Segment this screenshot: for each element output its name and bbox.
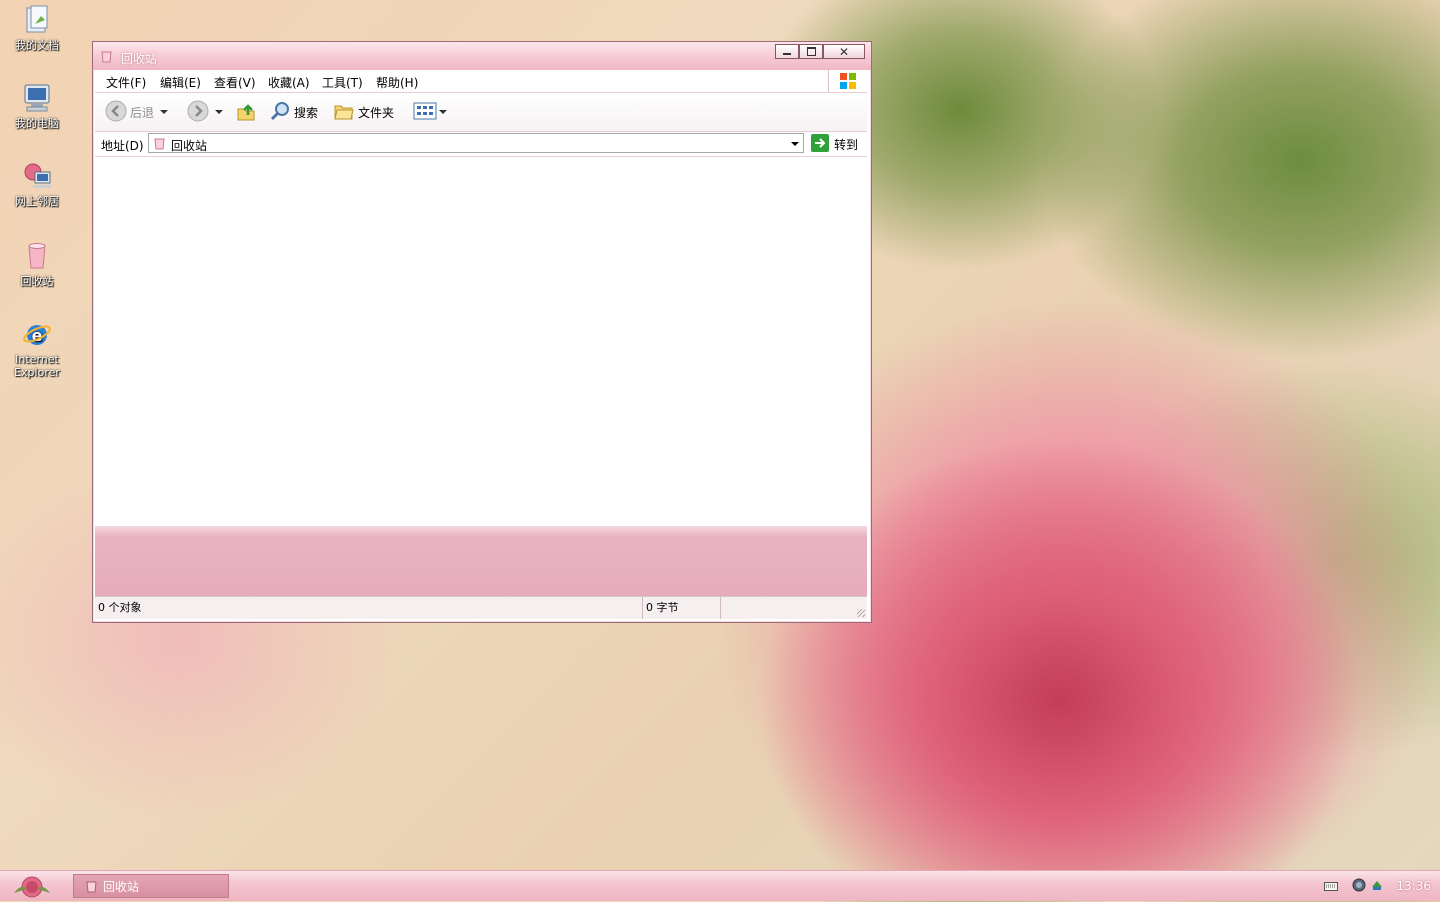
folders-button[interactable]: 文件夹 <box>333 100 394 124</box>
minimize-button[interactable] <box>775 44 799 59</box>
menu-help[interactable]: 帮助(H) <box>376 74 418 91</box>
folders-button-label: 文件夹 <box>358 105 395 120</box>
rose-start-icon <box>14 876 50 898</box>
go-arrow-icon <box>811 134 829 155</box>
close-button[interactable]: ✕ <box>823 44 865 59</box>
clock: 13:36 <box>1396 879 1431 893</box>
desktop-icon-label: Internet Explorer <box>14 353 60 379</box>
desktop-icon-my-documents[interactable]: 我的文档 <box>6 4 68 52</box>
system-tray: 13:36 <box>1310 871 1440 901</box>
desktop-icon-label: 回收站 <box>20 275 54 288</box>
back-arrow-icon <box>105 100 127 125</box>
standard-toolbar: 后退 搜索 文件夹 <box>95 93 867 132</box>
minimize-icon <box>783 53 791 55</box>
views-dropdown-icon[interactable] <box>439 110 447 114</box>
menu-edit[interactable]: 编辑(E) <box>160 74 201 91</box>
taskbar: 回收站 13:36 <box>0 870 1440 901</box>
menu-bar: 文件(F) 编辑(E) 查看(V) 收藏(A) 工具(T) 帮助(H) <box>95 70 867 93</box>
window-titlebar[interactable]: 回收站 ✕ <box>93 42 871 70</box>
address-bar: 地址(D) 回收站 转到 <box>95 132 867 157</box>
address-recycle-bin-icon <box>154 137 165 153</box>
network-places-icon <box>21 160 53 192</box>
desktop-icon-label: 我的电脑 <box>15 117 59 130</box>
my-computer-icon <box>21 82 53 114</box>
maximize-button[interactable] <box>799 44 823 59</box>
menu-view[interactable]: 查看(V) <box>214 74 256 91</box>
taskbar-item-recycle-bin[interactable]: 回收站 <box>73 874 229 898</box>
folders-icon <box>333 100 355 125</box>
status-bar: 0 个对象 0 字节 <box>95 596 867 619</box>
file-list-area[interactable] <box>95 157 867 526</box>
recycle-bin-icon <box>21 240 53 272</box>
forward-dropdown-icon[interactable] <box>215 110 223 114</box>
status-zone <box>721 597 867 619</box>
my-documents-icon <box>21 4 53 36</box>
up-folder-button[interactable] <box>235 100 257 124</box>
status-size: 0 字节 <box>643 597 721 619</box>
window-title: 回收站 <box>121 52 158 66</box>
address-value: 回收站 <box>171 139 208 153</box>
address-dropdown-icon[interactable] <box>791 142 799 146</box>
search-button[interactable]: 搜索 <box>269 100 318 124</box>
back-button-label: 后退 <box>130 105 155 120</box>
keyboard-icon[interactable] <box>1324 880 1338 895</box>
search-button-label: 搜索 <box>294 105 319 120</box>
taskbar-recycle-bin-icon <box>86 880 97 893</box>
menu-favorites[interactable]: 收藏(A) <box>268 74 310 91</box>
up-folder-icon <box>235 100 257 125</box>
back-button[interactable]: 后退 <box>105 100 169 125</box>
status-object-count: 0 个对象 <box>95 597 643 619</box>
desktop-icon-label: 网上邻居 <box>15 195 59 208</box>
windows-logo-icon <box>828 70 867 92</box>
address-input[interactable]: 回收站 <box>148 133 804 153</box>
desktop-icon-recycle-bin[interactable]: 回收站 <box>6 240 68 288</box>
recycle-bin-title-icon <box>101 50 112 63</box>
menu-tools[interactable]: 工具(T) <box>322 74 363 91</box>
internet-explorer-icon: e <box>21 318 53 350</box>
menu-file[interactable]: 文件(F) <box>106 74 146 91</box>
desktop-icon-network[interactable]: 网上邻居 <box>6 160 68 208</box>
safely-remove-hardware-icon[interactable] <box>1370 878 1384 895</box>
views-grid-icon <box>413 101 437 124</box>
forward-arrow-icon <box>187 100 209 125</box>
details-band <box>95 526 867 596</box>
go-button[interactable]: 转到 <box>811 134 858 155</box>
restore-icon <box>806 47 816 56</box>
recycle-bin-window: 回收站 ✕ 文件(F) 编辑(E) 查看(V) 收藏(A) 工具(T) 帮助(H… <box>92 41 872 623</box>
network-status-icon[interactable] <box>1352 878 1366 895</box>
go-button-label: 转到 <box>834 138 859 152</box>
desktop-icon-label: 我的文档 <box>15 39 59 52</box>
forward-button[interactable] <box>187 100 223 124</box>
back-dropdown-icon[interactable] <box>160 110 169 114</box>
search-icon <box>269 100 291 125</box>
views-button[interactable] <box>413 100 447 124</box>
address-label: 地址(D) <box>101 139 144 153</box>
desktop-icon-internet-explorer[interactable]: e Internet Explorer <box>6 318 68 379</box>
resize-grip-icon[interactable] <box>857 609 865 617</box>
close-icon: ✕ <box>838 44 850 59</box>
start-button[interactable] <box>8 873 56 899</box>
taskbar-item-label: 回收站 <box>103 879 140 894</box>
desktop-icon-my-computer[interactable]: 我的电脑 <box>6 82 68 130</box>
